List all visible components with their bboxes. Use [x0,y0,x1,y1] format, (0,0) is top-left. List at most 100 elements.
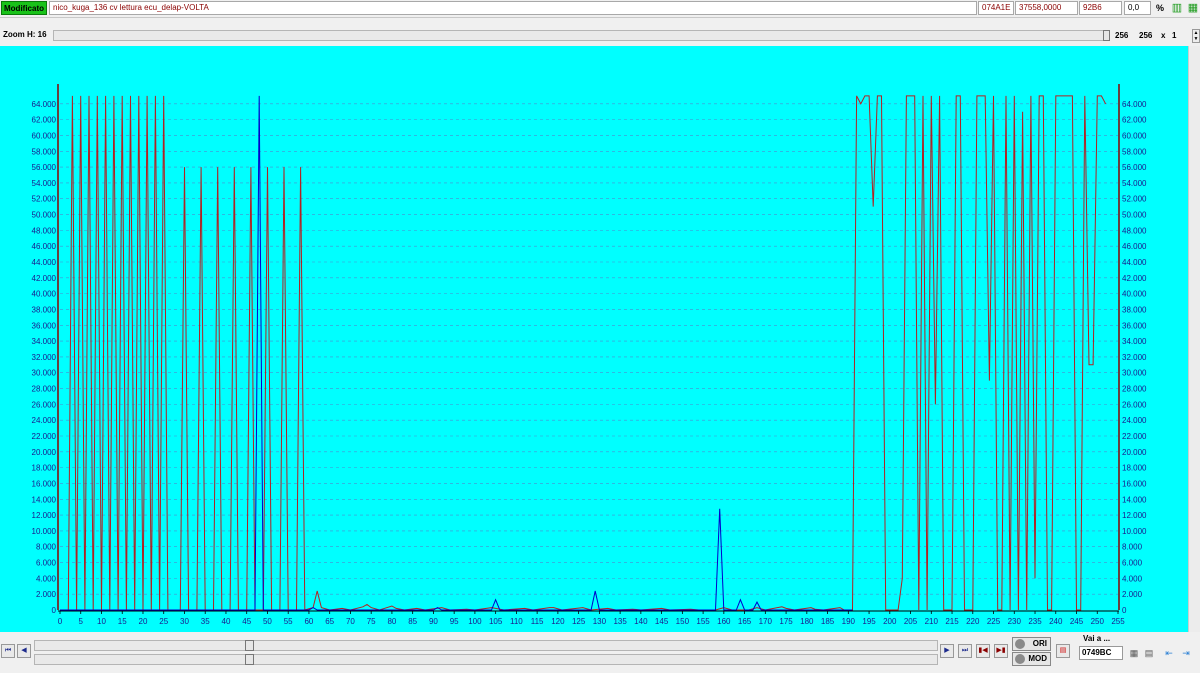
x-tick-label: 185 [821,617,835,626]
y-tick-label-left: 22.000 [32,432,57,441]
y-tick-label-left: 2.000 [36,590,57,599]
x-tick-label: 230 [1008,617,1022,626]
x-tick-label: 120 [551,617,565,626]
x-tick-label: 45 [242,617,251,626]
nav-next-button[interactable]: ▶ [940,644,954,658]
filename-field[interactable]: nico_kuga_136 cv lettura ecu_delap-VOLTA [49,1,977,15]
position-scrollbar-top[interactable] [34,640,938,651]
goto-input[interactable]: 0749BC [1079,646,1123,660]
arrow-left-icon[interactable]: ⇤ [1163,647,1175,659]
x-tick-label: 245 [1070,617,1084,626]
x-tick-label: 140 [634,617,648,626]
value-factor-field[interactable]: 0,0 [1124,1,1151,15]
zoom-slider[interactable] [53,30,1110,41]
y-tick-label-left: 16.000 [32,479,57,488]
zoom-multiplier-label: x [1161,31,1166,40]
y-tick-label-right: 62.000 [1122,116,1147,125]
nav-last-button[interactable]: ⏭ [958,644,972,658]
y-tick-label-right: 44.000 [1122,258,1147,267]
position-thumb-bottom[interactable] [245,654,254,665]
x-tick-label: 40 [222,617,231,626]
x-tick-label: 225 [987,617,1001,626]
y-tick-label-left: 38.000 [32,305,57,314]
y-tick-label-left: 58.000 [32,147,57,156]
y-tick-label-left: 40.000 [32,290,57,299]
y-tick-label-left: 20.000 [32,448,57,457]
zoom-spinner[interactable]: ▲ ▼ [1192,29,1200,43]
y-tick-label-left: 28.000 [32,385,57,394]
zoom-height: 256 [1139,31,1153,40]
y-tick-label-left: 34.000 [32,337,57,346]
flag-icon[interactable]: ▤ [1056,644,1070,658]
mod-icon [1015,654,1025,664]
chart-area[interactable]: 0 0 2.000 2.000 4.000 4.000 6.000 6.000 8.000 8.0… [0,46,1200,632]
nav-next-diff-button[interactable]: ▶▮ [994,644,1008,658]
x-tick-label: 30 [180,617,189,626]
y-tick-label-left: 48.000 [32,226,57,235]
value-hex-field[interactable]: 92B6 [1079,1,1122,15]
x-tick-label: 150 [676,617,690,626]
percent-button[interactable]: % [1153,1,1167,15]
top-toolbar: Modificato nico_kuga_136 cv lettura ecu_… [0,0,1200,18]
y-tick-label-right: 6.000 [1122,559,1143,568]
x-tick-label: 155 [696,617,710,626]
x-tick-label: 195 [862,617,876,626]
grid-icon[interactable]: ▦ [1128,647,1140,659]
x-tick-label: 175 [779,617,793,626]
x-tick-label: 205 [904,617,918,626]
y-tick-label-left: 62.000 [32,116,57,125]
nav-prev-button[interactable]: ◀ [17,644,31,658]
zoom-multiplier[interactable]: 1 [1172,31,1176,40]
x-tick-label: 5 [79,617,84,626]
y-tick-label-right: 36.000 [1122,321,1147,330]
y-tick-label-left: 50.000 [32,211,57,220]
ori-view-icon[interactable]: ▥ [1170,1,1184,15]
ori-button[interactable]: ORI [1012,637,1051,651]
y-tick-label-left: 6.000 [36,559,57,568]
y-tick-label-left: 60.000 [32,131,57,140]
x-tick-label: 50 [263,617,272,626]
x-tick-label: 145 [655,617,669,626]
y-tick-label-right: 8.000 [1122,543,1143,552]
y-tick-label-right: 12.000 [1122,511,1147,520]
nav-first-button[interactable]: ⏮ [1,644,15,658]
compare-view-icon[interactable]: ▦ [1186,1,1200,15]
y-tick-label-right: 46.000 [1122,242,1147,251]
x-tick-label: 165 [738,617,752,626]
y-tick-label-right: 56.000 [1122,163,1147,172]
y-tick-label-left: 4.000 [36,574,57,583]
x-tick-label: 65 [325,617,334,626]
y-tick-label-right: 10.000 [1122,527,1147,536]
position-scrollbar-bottom[interactable] [34,654,938,665]
nav-prev-diff-button[interactable]: ▮◀ [976,644,990,658]
address-field[interactable]: 074A1E [978,1,1014,15]
x-tick-label: 210 [925,617,939,626]
x-tick-label: 55 [284,617,293,626]
x-tick-label: 35 [201,617,210,626]
y-tick-label-left: 36.000 [32,321,57,330]
y-tick-label-right: 26.000 [1122,400,1147,409]
position-thumb-top[interactable] [245,640,254,651]
table-icon[interactable]: ▤ [1143,647,1155,659]
y-tick-label-left: 56.000 [32,163,57,172]
x-tick-label: 170 [759,617,773,626]
ori-icon [1015,639,1025,649]
y-tick-label-right: 18.000 [1122,464,1147,473]
y-tick-label-left: 10.000 [32,527,57,536]
x-tick-label: 135 [613,617,627,626]
y-tick-label-left: 54.000 [32,179,57,188]
y-tick-label-right: 22.000 [1122,432,1147,441]
vertical-scrollbar[interactable] [1188,46,1200,632]
zoom-slider-thumb[interactable] [1103,30,1110,41]
x-tick-label: 25 [159,617,168,626]
value-decimal-field[interactable]: 37558,0000 [1015,1,1078,15]
arrow-right-icon[interactable]: ⇥ [1180,647,1192,659]
y-tick-label-right: 38.000 [1122,305,1147,314]
y-tick-label-right: 2.000 [1122,590,1143,599]
y-tick-label-left: 44.000 [32,258,57,267]
x-tick-label: 80 [387,617,396,626]
x-tick-label: 220 [966,617,980,626]
x-tick-label: 0 [58,617,63,626]
mod-button[interactable]: MOD [1012,652,1051,666]
y-tick-label-left: 52.000 [32,195,57,204]
